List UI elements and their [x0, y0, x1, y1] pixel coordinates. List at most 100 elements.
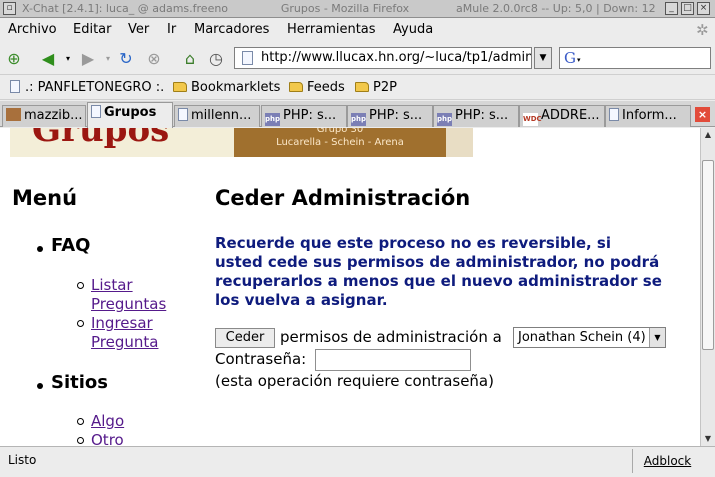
- ceder-button[interactable]: Ceder: [215, 328, 275, 348]
- banner-edge: [446, 128, 473, 157]
- back-dropdown-icon[interactable]: ▾: [58, 49, 78, 69]
- tab-php-3[interactable]: php PHP: s...: [433, 105, 519, 127]
- tab-php-1[interactable]: php PHP: s...: [261, 105, 347, 127]
- tab-inform[interactable]: Inform...: [605, 105, 691, 127]
- tab-address[interactable]: WDCADDRE...: [519, 105, 605, 127]
- forward-dropdown-icon[interactable]: ▾: [98, 49, 118, 69]
- close-tab-icon[interactable]: ×: [695, 107, 710, 122]
- back-icon[interactable]: ◀: [38, 49, 58, 69]
- user-select[interactable]: Jonathan Schein (4) ▼: [513, 327, 666, 348]
- tab-label: millenn...: [191, 108, 252, 123]
- page-icon: [178, 108, 188, 121]
- window-title-bar: ▫ X-Chat [2.4.1]: luca_ @ adams.freeno G…: [0, 0, 715, 18]
- bookmark-panfletonegro[interactable]: .: PANFLETONEGRO :.: [10, 80, 164, 96]
- new-tab-icon[interactable]: ⊕: [4, 49, 24, 69]
- wdc-icon: WDC: [523, 113, 542, 126]
- bookmark-folder-feeds[interactable]: Feeds: [289, 80, 345, 96]
- tab-label: Inform...: [622, 108, 677, 123]
- url-bar[interactable]: http://www.llucax.hn.org/~luca/tp1/admin…: [234, 47, 532, 69]
- url-dropdown-icon[interactable]: ▼: [534, 47, 552, 69]
- php-icon: php: [437, 113, 452, 126]
- password-field[interactable]: [315, 349, 471, 371]
- task-amule[interactable]: aMule 2.0.0rc8 -- Up: 5,0 | Down: 12: [452, 1, 662, 17]
- search-input[interactable]: G ▾: [559, 47, 711, 69]
- php-icon: php: [351, 113, 366, 126]
- image-icon: [6, 108, 21, 121]
- menu-marcadores[interactable]: Marcadores: [194, 22, 269, 38]
- tab-millenn[interactable]: millenn...: [174, 105, 260, 127]
- search-engine-dropdown-icon[interactable]: ▾: [577, 56, 581, 64]
- page-content: Grupos Grupo 30 Lucarella - Schein - Are…: [0, 128, 700, 446]
- menu-ver[interactable]: Ver: [128, 22, 149, 38]
- circle-bullet-icon: [77, 418, 84, 425]
- link-algo[interactable]: Algo: [91, 412, 124, 431]
- bookmark-folder-p2p[interactable]: P2P: [355, 80, 397, 96]
- warning-message: Recuerde que este proceso no es reversib…: [215, 234, 700, 310]
- minimize-icon[interactable]: _: [665, 2, 678, 15]
- status-bar: Listo Adblock: [0, 446, 715, 477]
- permisos-label: permisos de administración a: [280, 328, 502, 346]
- folder-icon: [355, 82, 369, 92]
- banner-group: Grupo 30: [316, 128, 364, 135]
- bookmark-label: P2P: [373, 80, 397, 95]
- menu-bar: Archivo Editar Ver Ir Marcadores Herrami…: [0, 18, 715, 43]
- navigation-toolbar: ⊕ ◀ ▾ ▶ ▾ ↻ ⊗ ⌂ ◷ http://www.llucax.hn.o…: [0, 43, 715, 75]
- tab-php-2[interactable]: php PHP: s...: [347, 105, 433, 127]
- bookmark-folder-bookmarklets[interactable]: Bookmarklets: [173, 80, 280, 96]
- task-xchat[interactable]: X-Chat [2.4.1]: luca_ @ adams.freeno: [18, 1, 234, 17]
- menu-archivo[interactable]: Archivo: [8, 22, 57, 38]
- bookmark-label: .: PANFLETONEGRO :.: [25, 80, 165, 95]
- tab-label: ADDRE...: [541, 108, 600, 123]
- forward-icon[interactable]: ▶: [78, 49, 98, 69]
- menu-ayuda[interactable]: Ayuda: [393, 22, 433, 38]
- warning-line: Recuerde que este proceso no es reversib…: [215, 234, 611, 252]
- password-note: (esta operación requiere contraseña): [215, 372, 494, 390]
- google-icon[interactable]: G: [564, 49, 576, 67]
- close-window-icon[interactable]: ×: [697, 2, 710, 15]
- home-icon[interactable]: ⌂: [180, 49, 200, 69]
- chevron-down-icon: ▼: [649, 328, 665, 347]
- history-icon[interactable]: ◷: [206, 49, 226, 69]
- password-label: Contraseña:: [215, 350, 307, 368]
- tab-strip: mazzib... Grupos millenn... php PHP: s...…: [0, 101, 715, 128]
- link-listar-preguntas[interactable]: Listar Preguntas: [91, 276, 166, 314]
- reload-icon[interactable]: ↻: [116, 49, 136, 69]
- folder-icon: [173, 82, 187, 92]
- scrollbar-thumb[interactable]: [702, 160, 714, 350]
- scroll-up-icon[interactable]: ▲: [701, 128, 715, 142]
- bookmark-label: Bookmarklets: [191, 80, 281, 95]
- link-ingresar-pregunta[interactable]: Ingresar Pregunta: [91, 314, 158, 352]
- menu-editar[interactable]: Editar: [73, 22, 112, 38]
- bullet-icon: [37, 383, 43, 389]
- menu-herramientas[interactable]: Herramientas: [287, 22, 376, 38]
- link-otro[interactable]: Otro: [91, 431, 124, 446]
- bookmark-label: Feeds: [307, 80, 345, 95]
- circle-bullet-icon: [77, 320, 84, 327]
- vertical-scrollbar[interactable]: ▲ ▼: [700, 128, 715, 446]
- warning-line: recuperarlos a menos que el nuevo admini…: [215, 272, 662, 290]
- task-firefox[interactable]: Grupos - Mozilla Firefox: [236, 1, 450, 17]
- logo-text: Grupos: [32, 128, 170, 150]
- site-logo: Grupos: [10, 128, 234, 157]
- circle-bullet-icon: [77, 282, 84, 289]
- tab-label: PHP: s...: [369, 108, 423, 123]
- page-icon: [10, 80, 20, 93]
- sidebar-title: Menú: [12, 186, 78, 210]
- maximize-icon[interactable]: □: [681, 2, 694, 15]
- tab-label: Grupos: [104, 105, 157, 120]
- tab-mazzib[interactable]: mazzib...: [2, 105, 86, 127]
- page-icon: [242, 51, 253, 65]
- window-menu-icon[interactable]: ▫: [3, 2, 16, 15]
- page-icon: [91, 105, 101, 118]
- scroll-down-icon[interactable]: ▼: [701, 432, 715, 446]
- warning-line: los vuelva a asignar.: [215, 291, 388, 309]
- status-text: Listo: [8, 453, 37, 467]
- page-title: Ceder Administración: [215, 186, 471, 210]
- adblock-button[interactable]: Adblock: [632, 449, 702, 473]
- stop-icon[interactable]: ⊗: [144, 49, 164, 69]
- tab-label: PHP: s...: [283, 108, 337, 123]
- folder-icon: [289, 82, 303, 92]
- tab-grupos[interactable]: Grupos: [87, 102, 173, 128]
- menu-ir[interactable]: Ir: [167, 22, 176, 38]
- circle-bullet-icon: [77, 437, 84, 444]
